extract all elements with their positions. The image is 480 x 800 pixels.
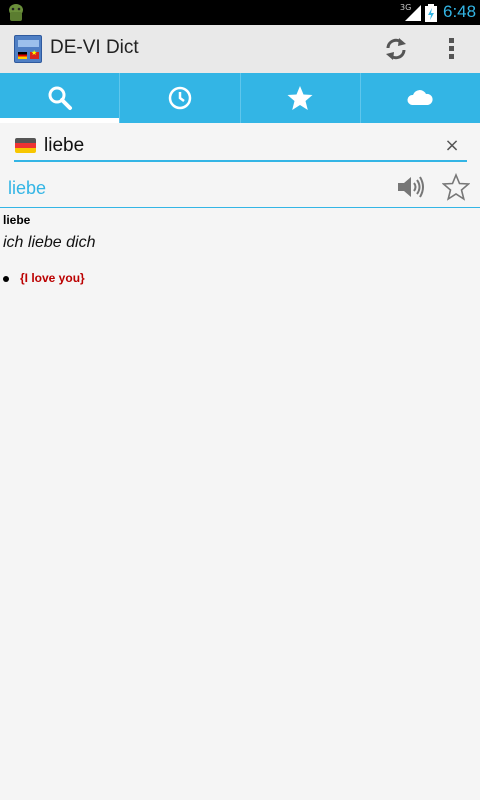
app-title: DE-VI Dict xyxy=(50,37,139,58)
favorites-star-icon xyxy=(287,86,313,110)
clock-time: 6:48 xyxy=(443,2,477,21)
entry-translation: {I love you} xyxy=(20,271,85,285)
overflow-menu-icon[interactable] xyxy=(440,35,464,63)
entry-example: ich liebe dich xyxy=(3,234,96,251)
result-header: liebe xyxy=(0,170,480,208)
battery-charging-icon xyxy=(425,4,437,22)
tab-bar xyxy=(0,73,480,123)
speaker-icon[interactable] xyxy=(396,174,426,200)
cloud-icon xyxy=(407,90,433,105)
tab-search[interactable] xyxy=(0,73,121,123)
star-outline-icon[interactable] xyxy=(442,173,470,201)
tab-history[interactable] xyxy=(120,73,241,123)
refresh-icon[interactable] xyxy=(380,35,412,63)
history-clock-icon xyxy=(168,86,192,110)
entry-headword: liebe xyxy=(3,213,31,227)
de-flag-icon[interactable] xyxy=(15,138,36,153)
status-bar: 3G 6:48 xyxy=(0,0,480,25)
search-input[interactable] xyxy=(44,132,434,160)
result-word: liebe xyxy=(8,178,47,198)
bullet-icon xyxy=(3,276,9,282)
tab-favorites[interactable] xyxy=(241,73,361,123)
app-logo-icon xyxy=(14,35,42,63)
tab-cloud[interactable] xyxy=(361,73,480,123)
search-field: × xyxy=(14,132,467,162)
close-icon[interactable]: × xyxy=(442,134,462,158)
search-icon xyxy=(48,86,72,110)
action-bar: DE-VI Dict xyxy=(0,25,480,73)
signal-strength-icon xyxy=(405,5,421,21)
android-debug-icon xyxy=(9,4,23,21)
